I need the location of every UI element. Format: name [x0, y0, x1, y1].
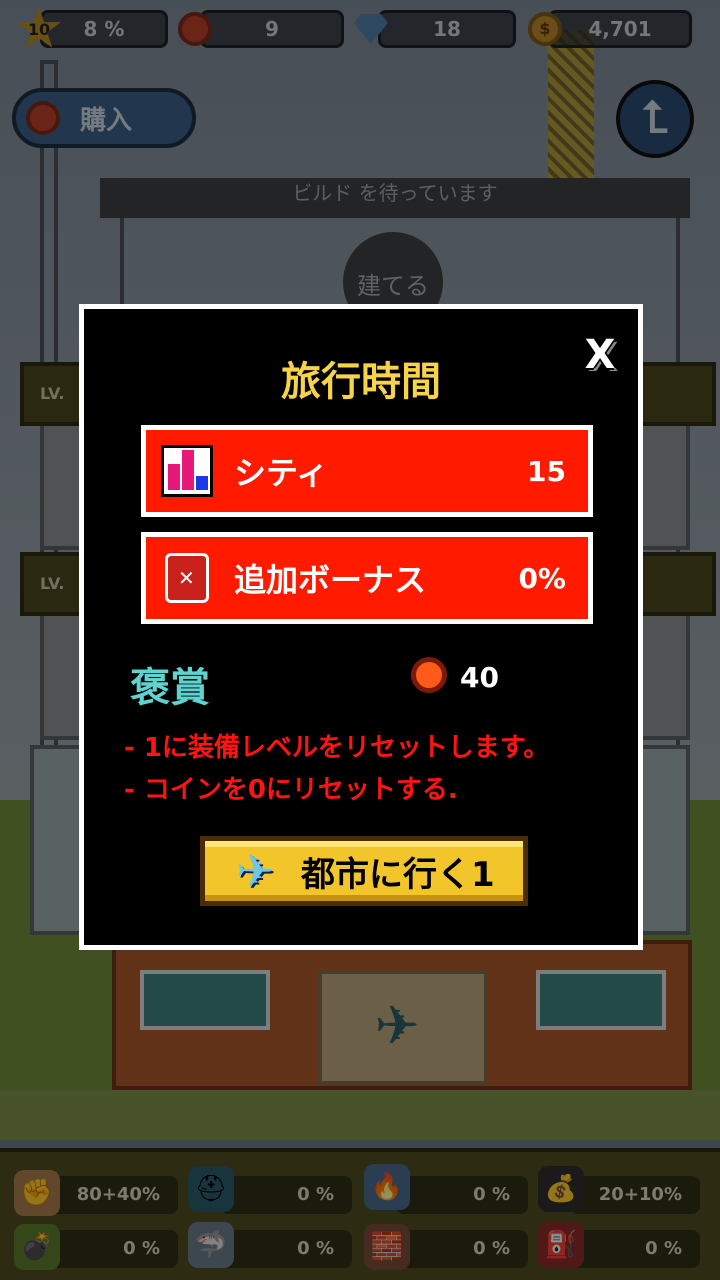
go-to-city-button[interactable]: ✈ 都市に行く1 [200, 836, 528, 906]
city-value: 15 [527, 454, 566, 488]
travel-dialog: 旅行時間 X シティ 15 追加ボーナス 0% 褒賞 40 - 1に装備レベルを… [79, 304, 643, 950]
dialog-title: 旅行時間 [281, 359, 441, 405]
city-label: シティ [234, 454, 329, 492]
city-row: シティ 15 [141, 425, 593, 517]
reward-label: 褒賞 [130, 665, 210, 711]
bonus-can-icon [158, 549, 216, 607]
close-button[interactable]: X [580, 333, 620, 377]
bonus-row: 追加ボーナス 0% [141, 532, 593, 624]
chip-icon [411, 657, 447, 693]
city-bars-icon [158, 442, 216, 500]
reward-value: 40 [460, 661, 499, 694]
bonus-label: 追加ボーナス [234, 561, 427, 599]
go-to-city-label: 都市に行く1 [301, 854, 495, 895]
warning-text: - コインを0にリセットする. [124, 775, 458, 805]
bonus-value: 0% [518, 561, 566, 595]
warning-text: - 1に装備レベルをリセットします。 [124, 733, 550, 763]
airplane-icon: ✈ [235, 844, 275, 898]
